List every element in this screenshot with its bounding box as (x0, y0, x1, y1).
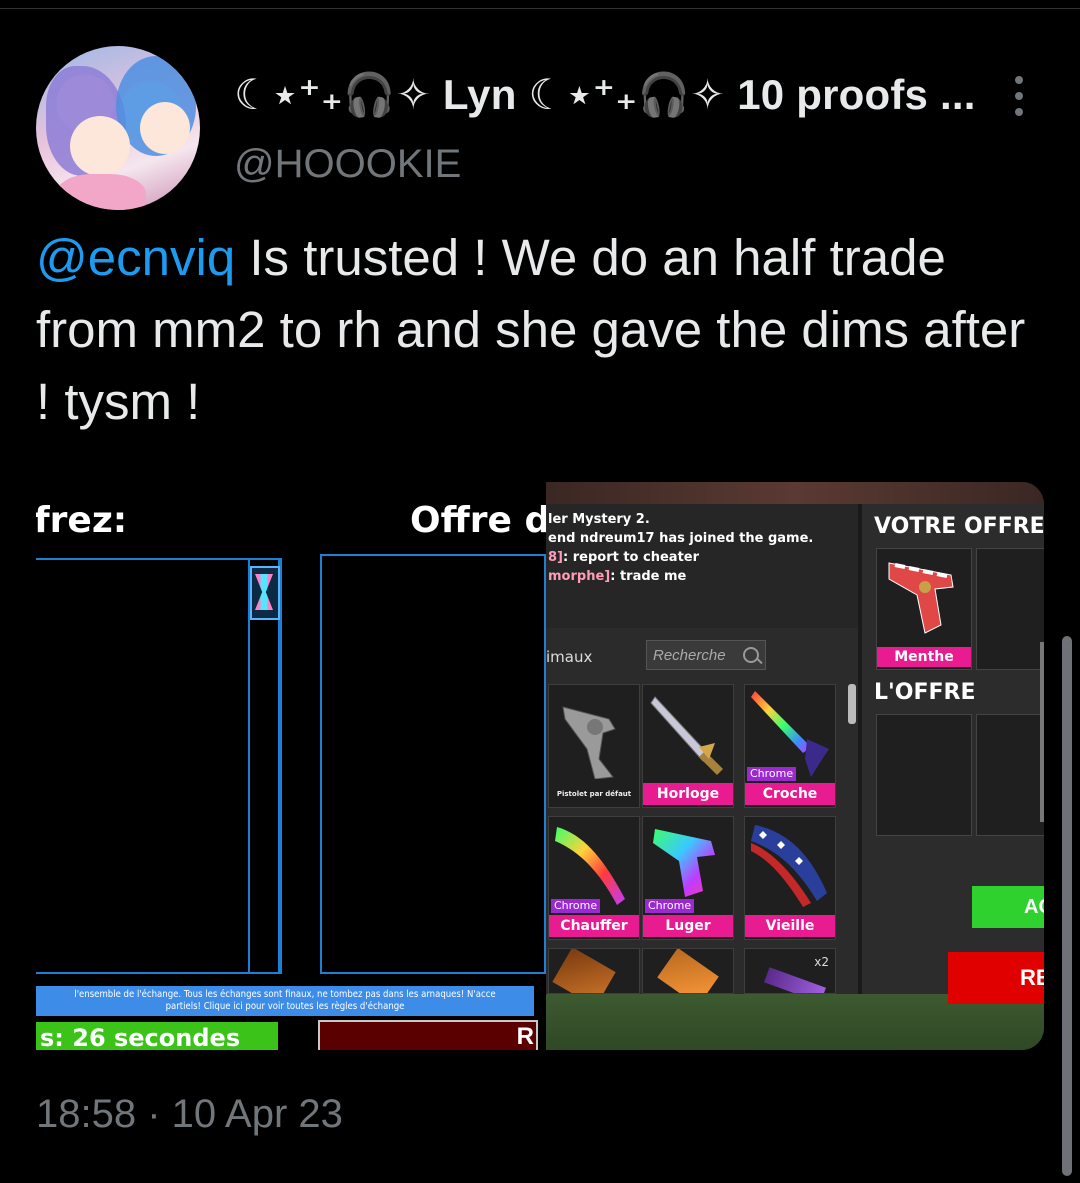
decline-button[interactable]: RE (948, 952, 1044, 1004)
their-offer-slot-empty[interactable] (976, 714, 1044, 836)
accept-button[interactable]: AC (972, 886, 1044, 928)
their-offer-title: L'OFFRE (874, 680, 976, 705)
knife-icon (650, 696, 723, 775)
offer-title-left: frez: (36, 500, 128, 541)
candy-gun-icon (888, 562, 954, 634)
chroma-gun-icon (653, 829, 715, 897)
item-label: Croche (745, 783, 835, 805)
chat-line: ler Mystery 2. (548, 512, 650, 527)
chat-line: morphe]: trade me (548, 569, 687, 584)
your-offer-slot-empty[interactable] (976, 548, 1044, 670)
chat-line: 8]: report to cheater (548, 550, 700, 565)
tweet-image-2[interactable]: ler Mystery 2. end ndreum17 has joined t… (546, 482, 1044, 1050)
chroma-blade-icon (555, 827, 625, 905)
avatar[interactable] (36, 46, 200, 210)
inventory-item[interactable]: Chrome Chauffer (548, 816, 640, 940)
decline-button[interactable]: R (318, 1020, 538, 1050)
inventory-item[interactable] (642, 948, 734, 994)
item-label: Vieille gloire (745, 915, 835, 937)
more-options-icon[interactable] (1004, 74, 1034, 118)
tweet-text: @ecnviq Is trusted ! We do an half trade… (36, 222, 1046, 438)
your-offer-title: VOTRE OFFRE (874, 514, 1044, 539)
star-blade-icon (751, 825, 827, 907)
item-label: Luger (643, 915, 733, 937)
your-offer-slot[interactable]: Menthe (876, 548, 972, 670)
top-divider (0, 8, 1080, 9)
offer-box-left (36, 558, 280, 974)
trade-rules-notice[interactable]: l'ensemble de l'échange. Tous les échang… (36, 986, 534, 1016)
inventory-item[interactable]: x2 (744, 948, 836, 994)
item-label: Pistolet par défaut (556, 790, 632, 798)
notice-line-1: l'ensemble de l'échange. Tous les échang… (74, 989, 496, 1000)
display-name[interactable]: ☾⋆⁺₊🎧✧ Lyn ☾⋆⁺₊🎧✧ 10 proofs ... (234, 70, 976, 120)
inventory-item[interactable]: Chrome Croche (744, 684, 836, 808)
chroma-knife-icon (751, 691, 829, 777)
inventory-item[interactable]: Chrome Luger (642, 816, 734, 940)
user-handle[interactable]: @HOOOKIE (234, 142, 461, 187)
game-background-top (546, 482, 1044, 504)
tweet-image-1[interactable]: frez: Offre d l'ensemble de l'échange. T… (36, 482, 546, 1050)
chrome-tag: Chrome (747, 767, 797, 781)
their-offer-slot-empty[interactable] (876, 714, 972, 836)
inventory-scrollbar[interactable] (848, 684, 856, 724)
chrome-tag: Chrome (551, 899, 601, 913)
mention-link[interactable]: @ecnviq (36, 229, 235, 286)
revolver-icon (562, 706, 616, 779)
chat-line: end ndreum17 has joined the game. (548, 531, 814, 546)
ribbon-item-icon (250, 566, 280, 620)
search-input[interactable]: Recherche (646, 640, 766, 670)
item-label: Chauffer (549, 915, 639, 937)
chrome-tag: Chrome (645, 899, 695, 913)
chat-log: ler Mystery 2. end ndreum17 has joined t… (546, 504, 858, 628)
search-placeholder: Recherche (653, 647, 726, 664)
item-count: x2 (814, 955, 829, 969)
page-scrollbar[interactable] (1062, 636, 1072, 1176)
inventory-panel: imaux Recherche Pistolet par défaut Horl… (546, 628, 858, 994)
search-icon (743, 647, 759, 663)
offer-panel: VOTRE OFFRE Menthe L'OFFRE AC RE (862, 504, 1044, 1004)
inventory-item[interactable]: Vieille gloire (744, 816, 836, 940)
offer-box-right (320, 554, 546, 974)
inventory-item[interactable]: Horloge (642, 684, 734, 808)
offer-title-right: Offre d (410, 500, 546, 541)
inventory-tab[interactable]: imaux (546, 648, 592, 666)
inventory-item[interactable]: Pistolet par défaut (548, 684, 640, 808)
offer-scrollbar[interactable] (1040, 642, 1044, 822)
offer-scroll-column (248, 558, 282, 974)
item-label: Menthe (877, 647, 971, 667)
tweet-timestamp[interactable]: 18:58 · 10 Apr 23 (36, 1092, 343, 1137)
inventory-item[interactable] (548, 948, 640, 994)
notice-line-2: partiels! Clique ici pour voir toutes le… (165, 1001, 405, 1012)
trade-timer: s: 26 secondes (36, 1022, 278, 1050)
item-label: Horloge (643, 783, 733, 805)
